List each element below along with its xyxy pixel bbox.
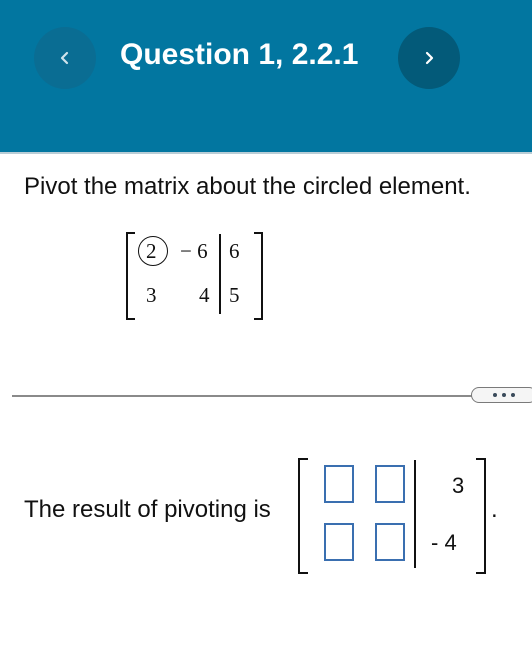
matrix-cell: 3 [146, 283, 157, 307]
left-bracket [298, 458, 308, 574]
answer-input-r1c1[interactable] [324, 465, 354, 503]
question-prompt: Pivot the matrix about the circled eleme… [24, 173, 471, 200]
right-bracket [476, 458, 486, 574]
more-options-button[interactable] [471, 387, 532, 403]
right-bracket [254, 232, 263, 320]
sentence-period: . [491, 496, 498, 523]
section-divider [12, 395, 472, 397]
next-question-button[interactable] [398, 27, 460, 89]
matrix-cell: 2 [146, 239, 157, 263]
answer-input-r2c2[interactable] [375, 523, 405, 561]
augmented-value: 3 [452, 473, 465, 498]
augment-line [219, 234, 221, 314]
answer-input-r1c2[interactable] [375, 465, 405, 503]
matrix-cell: 5 [229, 283, 240, 307]
question-header: Question 1, 2.2.1 [0, 0, 532, 152]
header-divider [0, 152, 532, 154]
matrix-cell: 6 [229, 239, 240, 263]
augment-line [414, 460, 416, 568]
answer-input-r2c1[interactable] [324, 523, 354, 561]
given-matrix: 2 − 6 6 3 4 5 [126, 230, 266, 320]
result-matrix: 3 - 4 [298, 456, 498, 576]
ellipsis-icon [493, 393, 515, 397]
previous-question-button[interactable] [34, 27, 96, 89]
question-title: Question 1, 2.2.1 [120, 38, 359, 71]
chevron-left-icon [60, 51, 69, 65]
augmented-value: - 4 [431, 530, 457, 555]
matrix-cell: − 6 [180, 239, 208, 263]
chevron-right-icon [425, 51, 434, 65]
result-label: The result of pivoting is [24, 496, 271, 523]
matrix-cell: 4 [199, 283, 210, 307]
left-bracket [126, 232, 135, 320]
